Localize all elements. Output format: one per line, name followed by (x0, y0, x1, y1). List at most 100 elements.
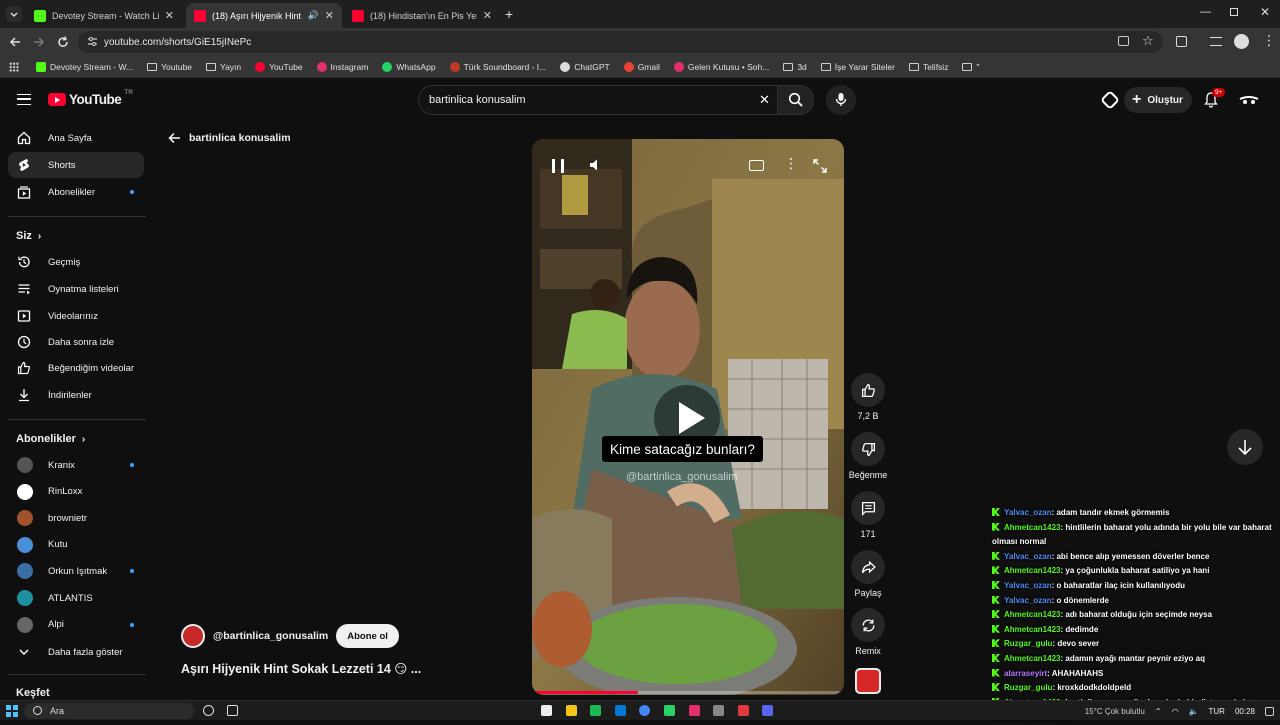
discord-icon[interactable] (762, 705, 774, 716)
show-more-button[interactable]: Daha fazla göster (8, 639, 144, 665)
sidebar-subscription-item[interactable]: Orkun Işıtmak (8, 558, 144, 584)
short-title[interactable]: Aşırı Hijyenik Hint Sokak Lezzeti 14 😏 .… (181, 661, 421, 676)
you-section-heading[interactable]: Siz › (16, 230, 41, 242)
hamburger-menu-icon[interactable] (17, 94, 31, 105)
apps-grid-icon[interactable] (9, 62, 19, 72)
language-indicator[interactable]: TUR (1209, 707, 1225, 716)
forward-arrow-icon[interactable] (32, 35, 46, 49)
tab-search-button[interactable] (6, 6, 22, 22)
task-view-icon[interactable] (203, 705, 214, 716)
sidebar-subscription-item[interactable]: Kutu (8, 532, 144, 558)
file-explorer-icon[interactable] (565, 705, 577, 716)
close-tab-icon[interactable]: ✕ (165, 9, 174, 22)
address-bar[interactable]: youtube.com/shorts/GiE15jINePc ☆ (78, 31, 1163, 53)
bookmark-star-icon[interactable]: ☆ (1142, 33, 1154, 49)
sidebar-item-liked-videos[interactable]: Beğendiğim videolar (8, 355, 144, 381)
profile-avatar[interactable] (1234, 34, 1249, 49)
browser-tab-1[interactable]: (18) Aşırı Hijyenik Hint Soka 🔊 ✕ (186, 3, 342, 28)
notifications-button[interactable]: 9+ (1204, 88, 1226, 108)
bookmark-item[interactable]: WhatsApp (382, 61, 436, 72)
volume-icon[interactable] (588, 158, 602, 172)
bookmark-item[interactable]: Instagram (316, 61, 368, 72)
sidebar-item-subscriptions[interactable]: Abonelikler (8, 179, 144, 205)
create-button[interactable]: + Oluştur (1124, 87, 1192, 113)
sidebar-item-shorts[interactable]: Shorts (8, 152, 144, 178)
tiktok-icon[interactable] (541, 705, 552, 716)
subscribe-button[interactable]: Abone ol (336, 624, 399, 648)
app-icon[interactable] (737, 705, 749, 716)
bookmark-item[interactable]: Yayın (206, 62, 241, 72)
restore-window-icon[interactable] (1230, 8, 1238, 16)
clear-search-icon[interactable]: ✕ (759, 92, 770, 108)
browser-menu-icon[interactable]: ⋮ (1262, 32, 1276, 49)
like-button[interactable]: 7,2 B (848, 373, 888, 421)
bookmark-item[interactable]: ChatGPT (560, 61, 610, 72)
browser-tab-2[interactable]: (18) Hindistan'ın En Pis Yemek ✕ (344, 3, 500, 28)
close-tab-icon[interactable]: ✕ (325, 9, 334, 22)
pause-icon[interactable] (552, 159, 564, 173)
sidebar-item-downloads[interactable]: İndirilenler (8, 382, 144, 408)
minimize-window-icon[interactable]: — (1200, 6, 1211, 18)
channel-name[interactable]: @bartinlica_gonusalim (213, 630, 328, 642)
more-options-icon[interactable]: ⋮ (784, 155, 798, 172)
fullscreen-icon[interactable] (813, 159, 827, 173)
bookmark-item[interactable]: Devotey Stream - W... (36, 61, 133, 72)
store-icon[interactable] (614, 705, 626, 716)
sidebar-item-history[interactable]: Geçmiş (8, 249, 144, 275)
clock[interactable]: 00:28 (1235, 707, 1255, 716)
yt-studio-icon[interactable] (1100, 90, 1120, 110)
captions-icon[interactable] (749, 160, 764, 171)
subscriptions-section-heading[interactable]: Abonelikler › (16, 433, 85, 445)
bookmark-item[interactable]: Telifsiz (908, 62, 948, 72)
browser-tab-0[interactable]: Devotey Stream - Watch Live on ✕ (26, 3, 182, 28)
back-to-search-link[interactable]: bartinlica konusalim (168, 132, 291, 144)
sidebar-subscription-item[interactable]: RinLoxx (8, 479, 144, 505)
remix-button[interactable]: Remix (848, 608, 888, 656)
short-video-player[interactable]: ⋮ (532, 139, 844, 695)
next-short-button[interactable] (1227, 429, 1263, 465)
bookmark-item[interactable]: Youtube (147, 62, 192, 72)
bookmark-item[interactable]: Gelen Kutusu • Soh... (673, 61, 769, 72)
sidebar-item-home[interactable]: Ana Sayfa (8, 125, 144, 151)
site-info-icon[interactable] (87, 36, 98, 47)
search-input[interactable]: bartinlica konusalim ✕ (418, 85, 778, 115)
extensions-icon[interactable] (1176, 36, 1187, 47)
sidebar-item-watch-later[interactable]: Daha sonra izle (8, 329, 144, 355)
chrome-icon[interactable] (639, 705, 651, 716)
search-button[interactable] (778, 85, 814, 115)
widgets-icon[interactable] (227, 705, 238, 716)
tray-chevron-icon[interactable]: ⌃ (1155, 707, 1162, 716)
spotify-icon[interactable] (590, 705, 602, 716)
wifi-icon[interactable]: ◠ (1172, 707, 1179, 716)
sidebar-subscription-item[interactable]: ATLANTIS (8, 585, 144, 611)
sound-thumbnail[interactable] (855, 668, 881, 694)
sidebar-subscription-item[interactable]: Alpi (8, 612, 144, 638)
install-app-icon[interactable] (1118, 36, 1129, 46)
reload-icon[interactable] (56, 35, 70, 49)
speaker-icon[interactable]: 🔊 (308, 10, 319, 21)
bookmark-item[interactable]: Gmail (623, 61, 660, 72)
bookmark-item[interactable]: YouTube (255, 61, 303, 72)
start-button[interactable] (6, 705, 18, 717)
whatsapp-icon[interactable] (664, 705, 675, 716)
youtube-logo[interactable]: YouTube TR (48, 89, 133, 107)
comments-button[interactable]: 171 (848, 491, 888, 539)
volume-tray-icon[interactable]: 🔈 (1189, 707, 1199, 716)
bookmark-item[interactable]: " (962, 62, 979, 72)
settings-icon[interactable] (713, 705, 725, 716)
video-progress-track[interactable] (532, 691, 844, 694)
sidebar-subscription-item[interactable]: Kranix (8, 452, 144, 478)
taskbar-search[interactable]: Ara (24, 703, 194, 719)
close-window-icon[interactable]: ✕ (1260, 5, 1270, 19)
reading-list-icon[interactable] (1210, 37, 1222, 46)
voice-search-button[interactable] (826, 85, 856, 115)
weather-text[interactable]: 15°C Çok bulutlu (1085, 707, 1145, 716)
sidebar-item-your-videos[interactable]: Videolarınız (8, 303, 144, 329)
bookmark-item[interactable]: 3d (783, 62, 807, 72)
new-tab-button[interactable]: + (505, 6, 513, 22)
channel-avatar[interactable] (181, 624, 205, 648)
close-tab-icon[interactable]: ✕ (483, 9, 492, 22)
account-avatar[interactable] (1239, 91, 1259, 109)
dislike-button[interactable]: Beğenme (848, 432, 888, 480)
bookmark-item[interactable]: Türk Soundboard - I... (449, 61, 546, 72)
